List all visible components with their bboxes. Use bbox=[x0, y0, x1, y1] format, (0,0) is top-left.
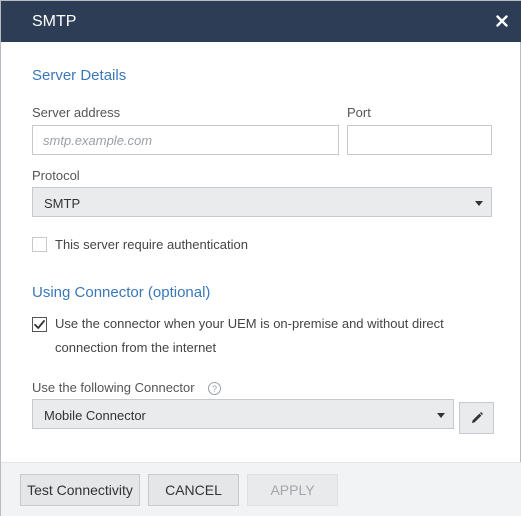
apply-button[interactable]: APPLY bbox=[247, 474, 338, 506]
use-connector-label-line2: connection from the internet bbox=[55, 340, 217, 355]
connector-select-label: Use the following Connector bbox=[32, 380, 195, 395]
dialog-footer: Test Connectivity CANCEL APPLY bbox=[1, 462, 521, 516]
connector-select[interactable]: Mobile Connector bbox=[32, 399, 454, 429]
caret-down-icon bbox=[437, 413, 445, 418]
close-icon[interactable] bbox=[493, 12, 511, 30]
protocol-select[interactable]: SMTP bbox=[32, 187, 492, 217]
server-details-heading: Server Details bbox=[32, 67, 127, 84]
connector-heading: Using Connector (optional) bbox=[32, 284, 211, 301]
auth-checkbox-label: This server require authentication bbox=[55, 237, 248, 252]
port-label: Port bbox=[347, 105, 371, 120]
caret-down-icon bbox=[475, 201, 483, 206]
connector-selected-value: Mobile Connector bbox=[44, 408, 146, 423]
protocol-label: Protocol bbox=[32, 168, 80, 183]
dialog-titlebar: SMTP bbox=[1, 1, 521, 42]
checkmark-icon bbox=[34, 320, 45, 329]
server-address-label: Server address bbox=[32, 105, 121, 120]
dialog-title: SMTP bbox=[32, 13, 77, 30]
server-address-input[interactable] bbox=[32, 125, 339, 155]
pencil-icon bbox=[471, 412, 483, 423]
smtp-dialog: SMTP Server Details Server address Port … bbox=[0, 0, 521, 516]
edit-connector-button[interactable] bbox=[459, 402, 494, 434]
port-input[interactable] bbox=[347, 125, 492, 155]
use-connector-checkbox[interactable] bbox=[32, 317, 47, 332]
protocol-selected-value: SMTP bbox=[44, 196, 81, 211]
test-connectivity-button[interactable]: Test Connectivity bbox=[20, 474, 140, 506]
use-connector-label-line1: Use the connector when your UEM is on-pr… bbox=[55, 316, 444, 331]
question-circle-icon[interactable]: ? bbox=[208, 382, 221, 395]
cancel-button[interactable]: CANCEL bbox=[148, 474, 239, 506]
auth-checkbox[interactable] bbox=[32, 237, 47, 252]
